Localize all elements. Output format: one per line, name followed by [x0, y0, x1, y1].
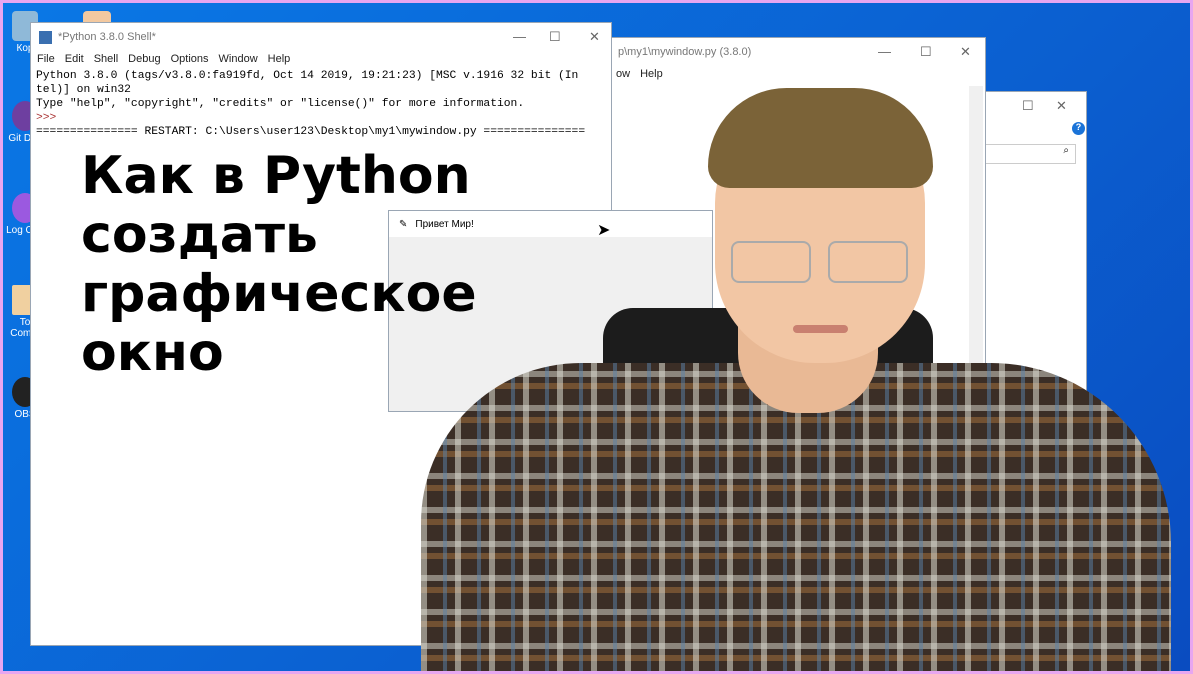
menu-file[interactable]: File: [37, 53, 55, 65]
close-icon[interactable]: ✕: [589, 29, 600, 45]
maximize-icon[interactable]: ☐: [1022, 98, 1034, 114]
video-title-overlay: Как в Python создать графическое окно: [81, 146, 477, 383]
menu-help[interactable]: Help: [268, 53, 291, 65]
minimize-icon[interactable]: —: [513, 29, 526, 44]
maximize-icon[interactable]: ☐: [549, 29, 561, 45]
minimize-icon[interactable]: —: [878, 44, 891, 59]
shell-output[interactable]: Python 3.8.0 (tags/v3.8.0:fa919fd, Oct 1…: [31, 67, 611, 141]
search-icon: ⌕: [1063, 145, 1069, 156]
menu-window[interactable]: ow: [616, 68, 630, 80]
menu-shell[interactable]: Shell: [94, 53, 118, 65]
menu-edit[interactable]: Edit: [65, 53, 84, 65]
help-icon[interactable]: ?: [1072, 122, 1085, 135]
python-icon: [39, 30, 52, 44]
mouse-cursor-icon: ➤: [597, 222, 611, 239]
desktop: Кор Git Des Log Cap To Comm OBS ☐ ✕ ? ⌕ …: [3, 3, 1190, 671]
menu-window[interactable]: Window: [219, 53, 258, 65]
close-icon[interactable]: ✕: [960, 44, 971, 60]
menu-debug[interactable]: Debug: [128, 53, 160, 65]
maximize-icon[interactable]: ☐: [920, 44, 932, 60]
close-icon[interactable]: ✕: [1056, 98, 1067, 114]
menu-help[interactable]: Help: [640, 68, 663, 80]
search-input[interactable]: ⌕: [984, 144, 1076, 164]
shell-prompt: >>>: [36, 112, 57, 124]
menu-options[interactable]: Options: [171, 53, 209, 65]
